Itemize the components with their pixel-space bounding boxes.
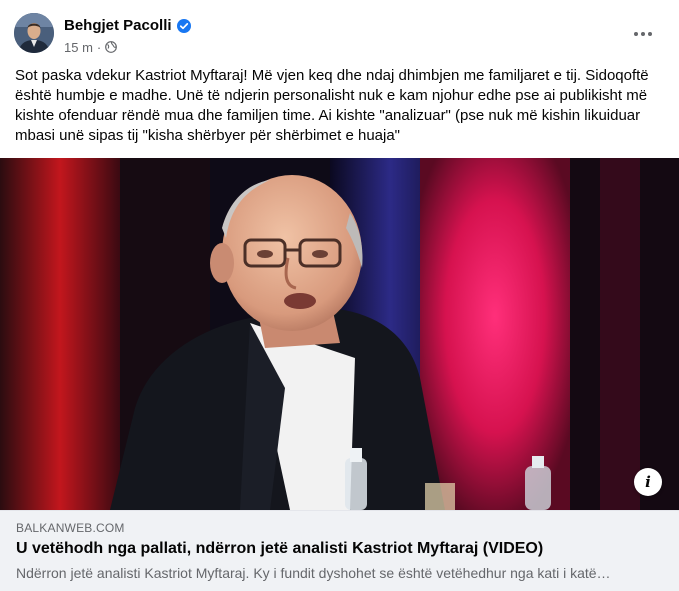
verified-badge-icon [176, 19, 191, 33]
author-avatar[interactable] [14, 13, 54, 53]
link-preview-card[interactable]: BALKANWEB.COM U vetëhodh nga pallati, nd… [0, 510, 679, 591]
post-image[interactable]: i [0, 158, 679, 510]
author-name[interactable]: Behgjet Pacolli [64, 16, 172, 36]
more-options-dot [648, 32, 652, 36]
link-description: Ndërron jetë analisti Kastriot Myftaraj.… [16, 565, 611, 581]
more-options-icon [634, 32, 638, 36]
more-options-dot [641, 32, 645, 36]
link-domain: BALKANWEB.COM [16, 521, 125, 535]
link-title[interactable]: U vetëhodh nga pallati, ndërron jetë ana… [16, 540, 543, 558]
more-options-button[interactable] [625, 22, 661, 46]
post-text: Sot paska vdekur Kastriot Myftaraj! Më v… [15, 67, 649, 144]
author-row: Behgjet Pacolli [64, 16, 191, 36]
info-icon: i [645, 473, 651, 491]
post-header: Behgjet Pacolli 15 m · [0, 0, 679, 64]
facebook-post: Behgjet Pacolli 15 m · Sot paska vdekur … [0, 0, 679, 591]
post-timestamp[interactable]: 15 m [64, 40, 93, 55]
meta-separator: · [96, 39, 102, 55]
info-button[interactable]: i [634, 468, 662, 496]
globe-icon[interactable] [105, 41, 118, 53]
post-meta: 15 m · [64, 39, 118, 55]
